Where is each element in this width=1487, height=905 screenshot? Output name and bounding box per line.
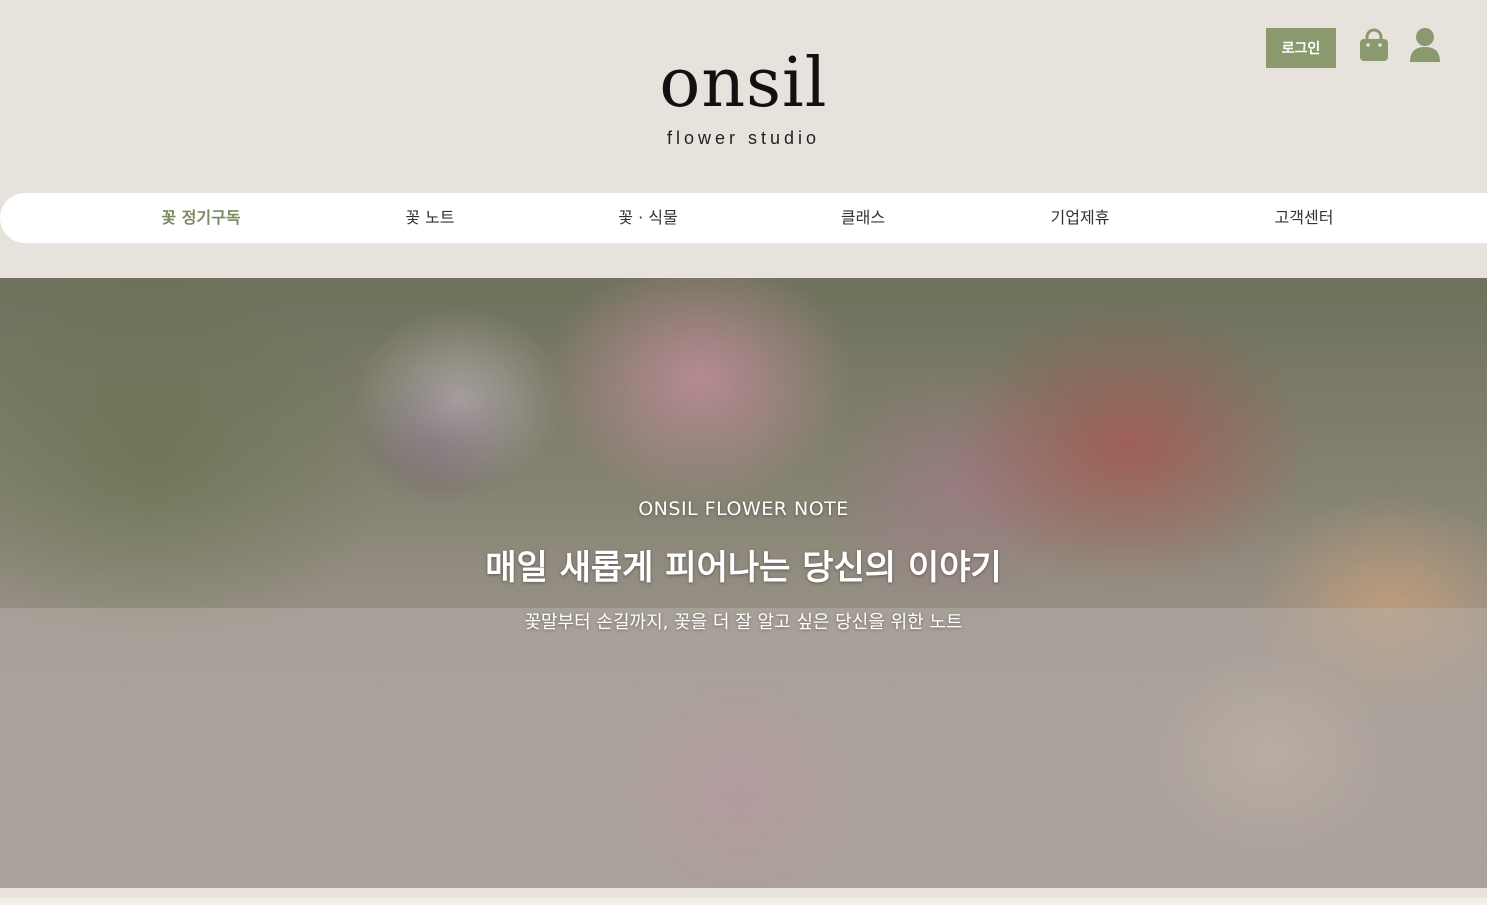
nav-item-class[interactable]: 클래스 <box>841 193 885 243</box>
section-divider <box>0 898 1487 905</box>
nav-item-business[interactable]: 기업제휴 <box>1051 193 1110 243</box>
nav-item-subscription[interactable]: 꽃 정기구독 <box>161 193 240 243</box>
logo-wordmark: onsil <box>659 44 828 123</box>
hero-description: 꽃말부터 손길까지, 꽃을 더 잘 알고 싶은 당신을 위한 노트 <box>524 612 963 633</box>
nav-item-customer-center[interactable]: 고객센터 <box>1275 193 1334 243</box>
site-logo[interactable]: onsil flower studio <box>0 48 1487 149</box>
hero-title: 매일 새롭게 피어나는 당신의 이야기 <box>485 548 1002 588</box>
nav-item-flowers-plants[interactable]: 꽃 · 식물 <box>618 193 677 243</box>
hero-eyebrow: ONSIL FLOWER NOTE <box>638 498 849 520</box>
hero-banner: ONSIL FLOWER NOTE 매일 새롭게 피어나는 당신의 이야기 꽃말… <box>0 278 1487 888</box>
page: 로그인 onsil flower studio 꽃 정기구독 꽃 노트 꽃 · … <box>0 0 1487 905</box>
nav-item-flower-note[interactable]: 꽃 노트 <box>405 193 454 243</box>
logo-tagline: flower studio <box>666 128 821 148</box>
main-navigation: 꽃 정기구독 꽃 노트 꽃 · 식물 클래스 기업제휴 고객센터 <box>0 193 1487 243</box>
